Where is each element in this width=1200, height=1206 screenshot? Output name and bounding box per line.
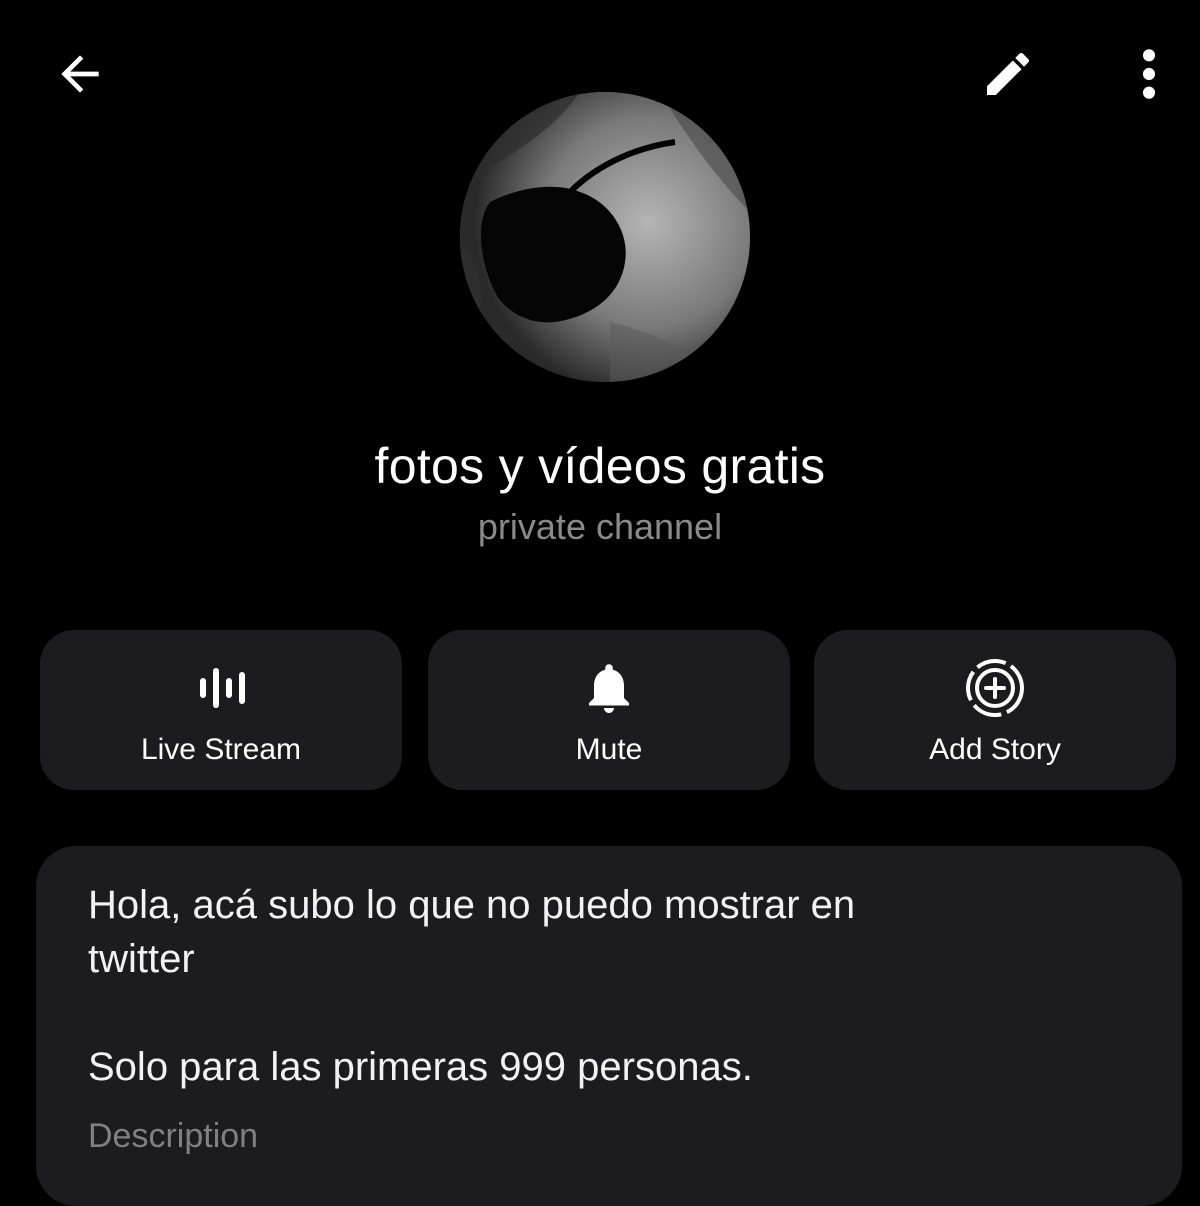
- add-story-button[interactable]: Add Story: [814, 630, 1176, 790]
- channel-title: fotos y vídeos gratis: [374, 438, 826, 494]
- description-spacer: [88, 986, 1128, 1040]
- arrow-left-icon: [61, 55, 99, 93]
- more-vertical-icon: [1142, 49, 1156, 99]
- avatar-photo: [460, 92, 750, 382]
- mute-label: Mute: [575, 733, 643, 766]
- mute-button[interactable]: Mute: [428, 630, 790, 790]
- description-line: Hola, acá subo lo que no puedo mostrar e…: [88, 883, 856, 927]
- description-label: Description: [88, 1117, 259, 1155]
- live-stream-label: Live Stream: [140, 733, 302, 766]
- channel-subtitle: private channel: [477, 506, 723, 547]
- more-options-button[interactable]: [1118, 40, 1180, 108]
- add-story-label: Add Story: [929, 733, 1061, 766]
- back-button[interactable]: [42, 40, 118, 108]
- description-text[interactable]: Hola, acá subo lo que no puedo mostrar e…: [88, 878, 1128, 1094]
- live-stream-button[interactable]: Live Stream: [40, 630, 402, 790]
- pencil-icon: [987, 52, 1030, 95]
- add-story-icon: [966, 659, 1024, 717]
- description-card: Hola, acá subo lo que no puedo mostrar e…: [36, 846, 1182, 1206]
- bell-icon: [589, 664, 629, 713]
- description-line: twitter: [88, 937, 195, 981]
- description-line: Solo para las primeras 999 personas.: [88, 1045, 753, 1089]
- live-stream-icon: [200, 668, 245, 708]
- edit-button[interactable]: [970, 40, 1046, 108]
- channel-avatar[interactable]: [460, 92, 750, 382]
